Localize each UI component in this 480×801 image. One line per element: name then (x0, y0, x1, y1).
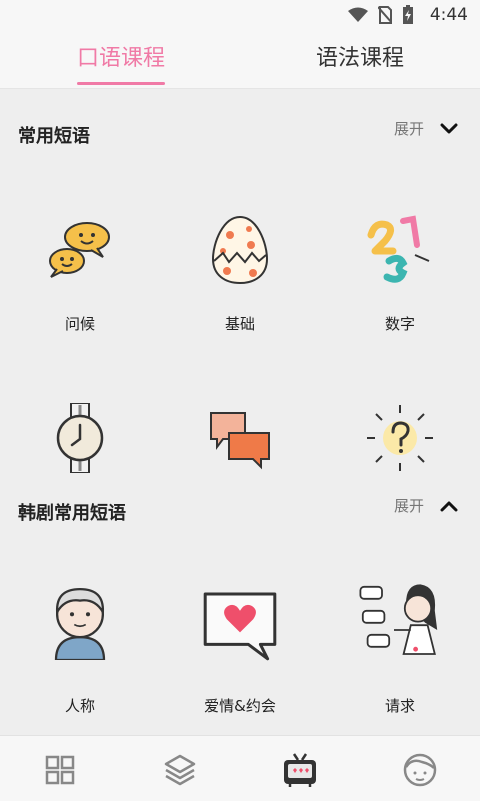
lesson-label: 爱情&约会 (204, 697, 276, 715)
lesson-item-requests[interactable]: 请求 (320, 584, 480, 740)
clock: 4:44 (429, 5, 468, 25)
layers-icon[interactable] (160, 750, 200, 790)
lesson-item-love-dating[interactable]: 爱情&约会 (160, 590, 320, 740)
section-title: 韩剧常用短语 (18, 503, 126, 524)
lesson-label: 基础 (224, 315, 255, 333)
status-bar: 4:44 (0, 0, 480, 28)
chevron-down-icon (440, 123, 458, 133)
section-header-common-phrases: 常用短语 展开 (0, 110, 480, 160)
lesson-label: 数字 (384, 315, 415, 333)
chat-cards-icon (210, 412, 270, 470)
battery-charging-icon (403, 5, 413, 24)
watch-icon (56, 403, 104, 473)
lesson-item-pronouns[interactable]: 人称 (0, 587, 160, 740)
boy-avatar-icon (54, 587, 106, 660)
no-sim-icon (378, 6, 392, 24)
chevron-up-icon (440, 501, 458, 511)
lesson-label: 问候 (64, 315, 95, 333)
expand-label: 展开 (393, 497, 424, 515)
speech-bubbles-icon (49, 222, 110, 278)
tab-spoken-course[interactable]: 口语课程 (41, 40, 201, 72)
girl-asking-icon (359, 584, 438, 655)
status-icons (348, 5, 414, 25)
wifi-icon (348, 7, 368, 22)
lesson-item-basics[interactable]: 基础 (160, 215, 320, 365)
numbers-icon (367, 215, 430, 283)
lesson-item-numbers[interactable]: 数字 (320, 215, 480, 365)
course-tabs: 口语课程 语法课程 (0, 28, 480, 89)
expand-label: 展开 (393, 120, 424, 138)
lesson-label: 请求 (384, 697, 415, 715)
heart-message-icon (203, 592, 277, 661)
grid-icon[interactable] (40, 750, 80, 790)
tab-grammar-course[interactable]: 语法课程 (280, 40, 440, 72)
lesson-item-greetings[interactable]: 问候 (0, 215, 160, 365)
section-header-kdrama-phrases: 韩剧常用短语 展开 (0, 487, 480, 537)
section-title: 常用短语 (18, 126, 90, 147)
expand-toggle[interactable]: 展开 (394, 495, 458, 516)
bottom-navigation (0, 735, 480, 801)
lesson-label: 人称 (64, 697, 95, 715)
tv-icon[interactable] (280, 750, 320, 790)
profile-face-icon[interactable] (400, 750, 440, 790)
expand-toggle[interactable]: 展开 (394, 118, 458, 139)
egg-icon (211, 215, 269, 285)
active-tab-indicator (77, 82, 165, 85)
question-bulb-icon (367, 405, 433, 471)
